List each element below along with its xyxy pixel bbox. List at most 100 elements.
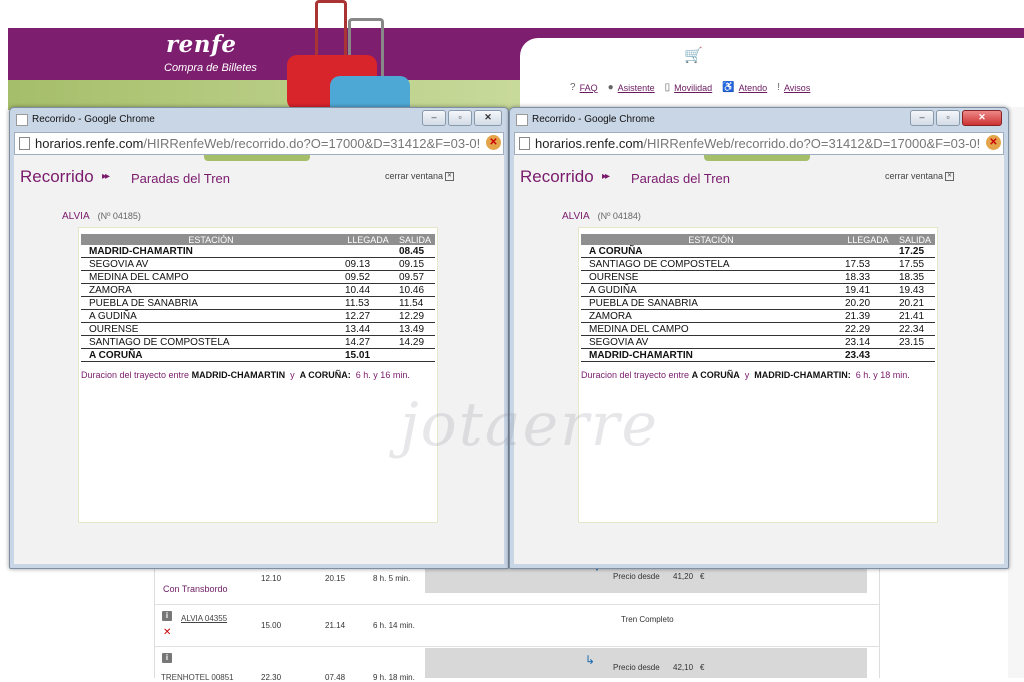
departure-time — [395, 348, 435, 362]
results-table: Con Transbordo 12.10 20.15 8 h. 5 min. ▼… — [154, 560, 880, 682]
station-name: ZAMORA — [81, 283, 341, 297]
address-bar[interactable]: horarios.renfe.com/HIRRenfeWeb/recorrido… — [514, 132, 1004, 155]
arrival-time: 10.44 — [341, 283, 395, 297]
status-text: Tren Completo — [621, 615, 674, 624]
table-row[interactable]: i ALVIA 04355 ✕ 15.00 21.14 6 h. 14 min.… — [155, 604, 879, 645]
station-name: PUEBLA DE SANABRIA — [581, 296, 841, 310]
departure-time: 15.00 — [261, 621, 282, 630]
duration: 6 h. 14 min. — [373, 621, 415, 630]
close-button[interactable]: ✕ — [474, 110, 502, 126]
window-controls: – ▫ ✕ — [422, 110, 502, 126]
departure-time: 09.15 — [395, 257, 435, 271]
window-titlebar[interactable]: Recorrido - Google Chrome – ▫ ✕ — [10, 108, 508, 130]
table-row: SANTIAGO DE COMPOSTELA 17.53 17.55 — [581, 257, 935, 271]
table-row: OURENSE 13.44 13.49 — [81, 322, 435, 336]
url-text[interactable]: horarios.renfe.com/HIRRenfeWeb/recorrido… — [535, 136, 983, 151]
atendo-link[interactable]: Atendo — [739, 83, 768, 93]
renfe-logo[interactable]: renfe — [166, 31, 237, 58]
table-row: OURENSE 18.33 18.35 — [581, 270, 935, 284]
logo-subtitle: Compra de Billetes — [164, 62, 257, 74]
arrival-time: 20.20 — [841, 296, 895, 310]
close-icon: ✕ — [445, 172, 454, 182]
page-subtitle: Paradas del Tren — [631, 171, 731, 186]
station-name: A GUDIÑA — [81, 309, 341, 323]
arrival-time: 21.39 — [841, 309, 895, 323]
arrival-time: 18.33 — [841, 270, 895, 284]
price-value: 42,10 — [673, 663, 694, 672]
breadcrumb-arrows-icon: ▸▸ — [602, 171, 610, 182]
departure-time: 09.57 — [395, 270, 435, 284]
blocked-popup-icon[interactable]: ✕ — [486, 135, 501, 150]
inicio-renfe-link[interactable]: ⌂ Inicio Renfe — [790, 46, 866, 63]
close-button[interactable]: ✕ — [962, 110, 1002, 126]
inicio-compra-link[interactable]: 🛒 Inicio Compra — [684, 46, 781, 64]
departure-time: 12.10 — [261, 574, 282, 583]
maximize-button[interactable]: ▫ — [448, 110, 472, 126]
price-label: Precio desde — [613, 663, 660, 672]
avisos-link[interactable]: Avisos — [784, 83, 810, 93]
page-title: Recorrido — [520, 167, 594, 186]
close-window-link[interactable]: cerrar ventana ✕ — [384, 171, 454, 182]
close-window-label: cerrar ventana — [384, 171, 443, 181]
maximize-button[interactable]: ▫ — [936, 110, 960, 126]
page-content: Recorrido ▸▸ Paradas del Tren cerrar ven… — [14, 155, 504, 564]
arrival-time: 21.14 — [325, 621, 346, 630]
route-panel: ESTACIÓN LLEGADA SALIDA A CORUÑA 17.25 SAN… — [578, 227, 938, 523]
departure-header: SALIDA — [895, 234, 935, 245]
duration-from: MADRID-CHAMARTIN — [191, 370, 286, 380]
train-name: ALVIA — [562, 211, 590, 222]
table-row: SANTIAGO DE COMPOSTELA 14.27 14.29 — [81, 335, 435, 349]
table-row[interactable]: i TRENHOTEL 00851 22.30 07.48 9 h. 18 mi… — [155, 646, 879, 682]
page-subtitle: Paradas del Tren — [131, 171, 231, 186]
station-header: ESTACIÓN — [581, 234, 841, 245]
table-header: ESTACIÓN LLEGADA SALIDA — [81, 234, 435, 245]
route-table: ESTACIÓN LLEGADA SALIDA MADRID-CHAMARTIN… — [81, 234, 435, 362]
duration-from: A CORUÑA — [691, 370, 740, 380]
table-header: ESTACIÓN LLEGADA SALIDA — [581, 234, 935, 245]
arrival-time — [341, 245, 395, 258]
faq-link[interactable]: FAQ — [580, 83, 598, 93]
duration-joiner: y — [290, 370, 295, 380]
arrival-time: 15.01 — [341, 348, 395, 362]
arrival-time: 19.41 — [841, 283, 895, 297]
address-bar[interactable]: horarios.renfe.com/HIRRenfeWeb/recorrido… — [14, 132, 504, 155]
page-title: Recorrido — [20, 167, 94, 186]
station-name: SEGOVIA AV — [81, 257, 341, 271]
duration-prefix: Duracion del trayecto entre — [581, 370, 690, 380]
info-icon[interactable]: i — [162, 653, 172, 663]
close-window-link[interactable]: cerrar ventana ✕ — [885, 171, 954, 182]
help-icon: ? — [570, 82, 576, 93]
info-icon[interactable]: i — [162, 611, 172, 621]
duration-prefix: Duracion del trayecto entre — [81, 370, 190, 380]
window-titlebar[interactable]: Recorrido - Google Chrome – ▫ ✕ — [510, 108, 1008, 130]
restaurant-icon: ✕ — [163, 627, 172, 638]
chat-icon: ● — [607, 82, 614, 93]
departure-time: 23.15 — [895, 335, 935, 349]
asistente-link[interactable]: Asistente — [618, 83, 655, 93]
movilidad-link[interactable]: Movilidad — [674, 83, 712, 93]
departure-time: 13.49 — [395, 322, 435, 336]
url-text[interactable]: horarios.renfe.com/HIRRenfeWeb/recorrido… — [35, 136, 483, 151]
page-icon — [16, 114, 28, 126]
arrival-header: LLEGADA — [841, 234, 895, 245]
minimize-button[interactable]: – — [422, 110, 446, 126]
departure-time: 08.45 — [395, 245, 435, 258]
site-header: renfe Compra de Billetes 🛒 Inicio Compra… — [0, 0, 1024, 110]
departure-time: 21.41 — [895, 309, 935, 323]
table-row: A CORUÑA 15.01 — [81, 348, 435, 362]
arrival-time: 12.27 — [341, 309, 395, 323]
arrival-time: 23.14 — [841, 335, 895, 349]
minimize-button[interactable]: – — [910, 110, 934, 126]
station-name: SANTIAGO DE COMPOSTELA — [581, 257, 841, 271]
popup-window-right[interactable]: Recorrido - Google Chrome – ▫ ✕ horarios… — [509, 107, 1009, 569]
route-body: A CORUÑA 17.25 SANTIAGO DE COMPOSTELA 17.53… — [581, 245, 935, 362]
blocked-popup-icon[interactable]: ✕ — [986, 135, 1001, 150]
train-link[interactable]: ALVIA 04355 — [181, 614, 227, 623]
url-host: horarios.renfe.com — [35, 136, 144, 151]
arrival-time: 11.53 — [341, 296, 395, 310]
popup-window-left[interactable]: Recorrido - Google Chrome – ▫ ✕ horarios… — [9, 107, 509, 569]
header-strip — [704, 155, 810, 161]
station-name: A GUDIÑA — [581, 283, 841, 297]
train-info: ALVIA (Nº 04185) — [62, 211, 141, 222]
station-name: SEGOVIA AV — [581, 335, 841, 349]
